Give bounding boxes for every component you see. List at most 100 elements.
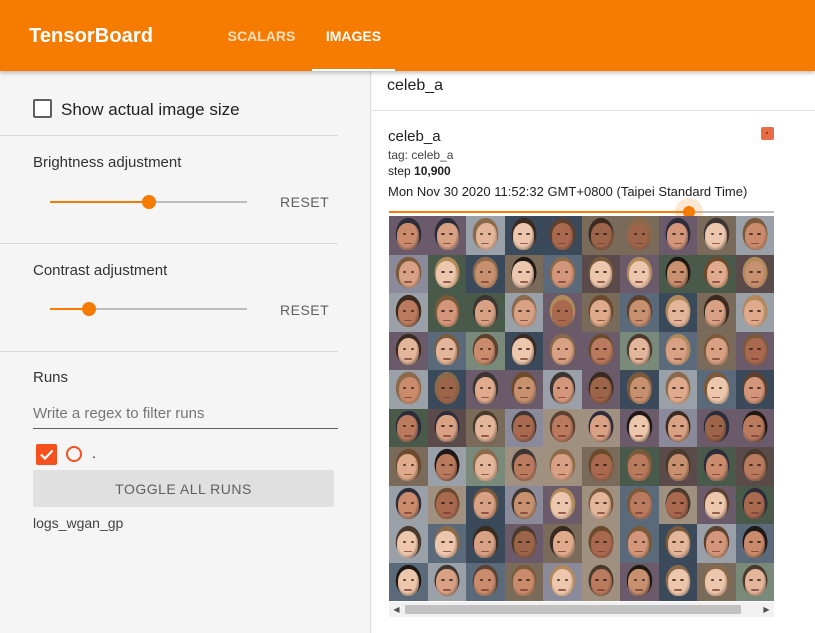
contrast-reset-button[interactable]: RESET (280, 302, 329, 318)
run-filter-input[interactable] (33, 399, 338, 429)
horizontal-scrollbar[interactable]: ◀ ▶ (389, 602, 774, 617)
brightness-slider[interactable] (50, 192, 247, 212)
tab-images[interactable]: IMAGES (312, 0, 395, 71)
face-eye (402, 386, 407, 389)
face-tile (389, 447, 428, 486)
face-skin (474, 492, 496, 520)
face-mouth (481, 281, 490, 283)
face-skin (436, 415, 458, 443)
toggle-all-runs-button[interactable]: TOGGLE ALL RUNS (33, 470, 334, 507)
face-skin (397, 222, 419, 250)
face-tile (543, 216, 582, 255)
face-skin (475, 415, 497, 443)
face-eye (710, 309, 715, 312)
face-mouth (481, 589, 490, 591)
radio-circle-icon[interactable] (66, 446, 82, 462)
tag-group-header[interactable]: celeb_a (372, 71, 815, 111)
card-tag: tag: celeb_a (388, 148, 454, 162)
face-skin (551, 415, 574, 443)
face-skin (398, 376, 421, 404)
face-tile (735, 408, 774, 447)
brightness-reset-button[interactable]: RESET (280, 194, 329, 210)
face-mouth (635, 589, 644, 591)
face-eye (633, 463, 638, 466)
run-color-swatch[interactable] (761, 127, 774, 140)
face-skin (667, 415, 690, 443)
face-tile (543, 408, 582, 447)
face-tile (735, 447, 774, 486)
tab-scalars[interactable]: SCALARS (212, 0, 311, 71)
face-skin (475, 222, 498, 250)
face-tile (504, 370, 543, 409)
face-eye (556, 232, 561, 235)
face-skin (591, 222, 613, 250)
face-skin (514, 376, 536, 404)
face-skin (706, 376, 729, 404)
main-panel: celeb_a celeb_a tag: celeb_a step 10,900… (372, 71, 815, 633)
face-eye (518, 463, 522, 466)
face-skin (628, 222, 650, 250)
face-mouth (750, 358, 759, 360)
face-eye (402, 232, 407, 235)
face-skin (436, 492, 458, 520)
face-mouth (712, 589, 721, 591)
face-tile (389, 524, 428, 563)
face-tile (697, 447, 736, 486)
face-skin (705, 569, 727, 597)
face-mouth (712, 358, 721, 360)
face-tile (697, 331, 736, 370)
card-title: celeb_a (388, 128, 441, 145)
face-eye (749, 386, 753, 389)
face-tile (620, 562, 659, 601)
face-eye (603, 309, 607, 312)
face-eye (641, 463, 645, 466)
run-checkbox[interactable] (36, 444, 57, 465)
face-mouth (442, 358, 451, 360)
face-tile (697, 254, 736, 293)
face-eye (564, 386, 568, 389)
face-eye (410, 540, 414, 543)
face-skin (436, 376, 459, 404)
face-eye (641, 540, 645, 543)
face-tile (581, 485, 620, 524)
face-tile (735, 370, 774, 409)
face-eye (710, 386, 715, 389)
face-tile (620, 447, 659, 486)
face-skin (475, 261, 497, 289)
face-skin (397, 492, 420, 520)
face-skin (743, 492, 766, 520)
face-eye (526, 232, 530, 235)
slider-thumb[interactable] (82, 302, 97, 316)
app-title: TensorBoard (29, 25, 154, 47)
face-skin (629, 492, 652, 520)
face-skin (512, 222, 535, 250)
face-eye (402, 540, 407, 543)
face-eye (757, 386, 761, 389)
face-skin (704, 299, 727, 327)
face-skin (628, 569, 650, 597)
face-tile (658, 408, 697, 447)
slider-thumb[interactable] (141, 195, 156, 209)
arrow-left-icon[interactable]: ◀ (389, 602, 404, 617)
face-tile (581, 447, 620, 486)
show-actual-size-checkbox[interactable] (33, 99, 52, 118)
face-tile (543, 485, 582, 524)
face-skin (514, 492, 536, 520)
face-mouth (750, 512, 759, 514)
face-eye (718, 540, 722, 543)
scrollbar-thumb[interactable] (405, 605, 741, 614)
face-skin (552, 376, 575, 404)
step-value: 10,900 (414, 164, 451, 178)
face-tile (581, 331, 620, 370)
face-skin (744, 222, 767, 250)
face-mouth (519, 512, 528, 514)
contrast-slider[interactable] (50, 299, 247, 319)
face-tile (389, 216, 428, 255)
face-eye (526, 463, 530, 466)
contrast-label: Contrast adjustment (33, 262, 168, 279)
image-card: celeb_a tag: celeb_a step 10,900 Mon Nov… (372, 111, 815, 633)
arrow-right-icon[interactable]: ▶ (759, 602, 774, 617)
face-mouth (404, 589, 413, 591)
face-tile (427, 370, 466, 409)
face-skin (589, 299, 612, 327)
